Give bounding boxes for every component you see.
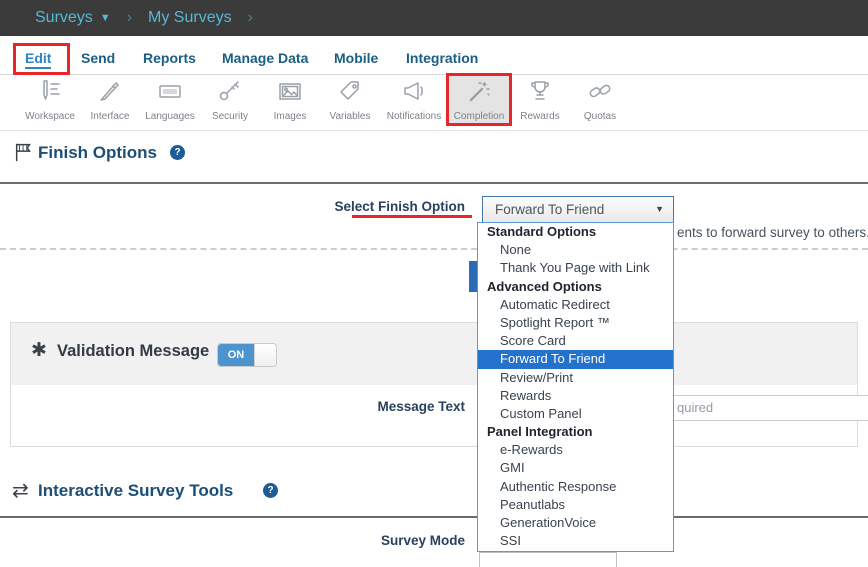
option-automatic-redirect[interactable]: Automatic Redirect bbox=[478, 296, 673, 314]
finish-options-title: Finish Options bbox=[38, 143, 157, 163]
select-finish-option-label: Select Finish Option bbox=[300, 199, 465, 214]
message-text-label: Message Text bbox=[300, 399, 465, 414]
toolbar-item-variables[interactable]: Variables bbox=[315, 78, 385, 124]
interactive-tools-help-icon[interactable]: ? bbox=[263, 483, 278, 498]
option-gmi[interactable]: GMI bbox=[478, 459, 673, 477]
option-none[interactable]: None bbox=[478, 241, 673, 259]
select-arrow-icon: ▼ bbox=[655, 197, 664, 222]
breadcrumb-surveys[interactable]: Surveys ▼ bbox=[35, 9, 111, 27]
caret-down-icon: ▼ bbox=[100, 12, 111, 24]
finish-options-help-icon[interactable]: ? bbox=[170, 145, 185, 160]
quotas-icon bbox=[565, 78, 635, 106]
option-authentic-response[interactable]: Authentic Response bbox=[478, 478, 673, 496]
swap-arrows-icon: ⇄ bbox=[12, 478, 29, 503]
annotation-box-completion bbox=[446, 73, 512, 126]
toggle-knob bbox=[254, 344, 276, 366]
toolbar-item-label: Rewards bbox=[520, 111, 559, 122]
tab-integration[interactable]: Integration bbox=[406, 50, 478, 66]
notifications-icon bbox=[379, 78, 449, 106]
finish-flag-icon bbox=[13, 141, 35, 168]
breadcrumb-surveys-label: Surveys bbox=[35, 9, 93, 27]
toolbar-item-label: Quotas bbox=[584, 111, 616, 122]
toolbar-item-label: Workspace bbox=[25, 111, 75, 122]
finish-option-select-value: Forward To Friend bbox=[495, 202, 604, 217]
toolbar-item-label: Variables bbox=[330, 111, 371, 122]
chevron-right-icon: › bbox=[127, 9, 132, 27]
option-spotlight-report[interactable]: Spotlight Report ™ bbox=[478, 314, 673, 332]
toggle-on-label: ON bbox=[218, 344, 254, 366]
toolbar-item-notifications[interactable]: Notifications bbox=[379, 78, 449, 124]
interactive-survey-tools-title: Interactive Survey Tools bbox=[38, 481, 233, 501]
option-e-rewards[interactable]: e-Rewards bbox=[478, 441, 673, 459]
option-generationvoice[interactable]: GenerationVoice bbox=[478, 514, 673, 532]
tabbar-divider bbox=[0, 74, 868, 75]
option-ssi[interactable]: SSI bbox=[478, 532, 673, 550]
group-advanced-options: Advanced Options bbox=[478, 278, 673, 296]
section-divider bbox=[0, 516, 868, 518]
toolbar-item-label: Notifications bbox=[387, 111, 441, 122]
validation-message-title: Validation Message bbox=[57, 342, 209, 361]
option-forward-to-friend[interactable]: Forward To Friend bbox=[478, 350, 673, 368]
survey-mode-label: Survey Mode bbox=[300, 533, 465, 548]
option-peanutlabs[interactable]: Peanutlabs bbox=[478, 496, 673, 514]
dashed-divider bbox=[0, 248, 868, 250]
option-rewards[interactable]: Rewards bbox=[478, 387, 673, 405]
asterisk-icon: ✱ bbox=[31, 339, 47, 362]
breadcrumb: Surveys ▼ › My Surveys › bbox=[0, 0, 868, 36]
survey-mode-select[interactable] bbox=[479, 552, 617, 567]
option-score-card[interactable]: Score Card bbox=[478, 332, 673, 350]
tab-manage-data[interactable]: Manage Data bbox=[222, 50, 308, 66]
tab-reports[interactable]: Reports bbox=[143, 50, 196, 66]
option-review-print[interactable]: Review/Print bbox=[478, 369, 673, 387]
breadcrumb-my-surveys[interactable]: My Surveys bbox=[148, 9, 232, 27]
message-text-value: quired bbox=[677, 400, 713, 415]
validation-message-panel: ✱ Validation Message ON bbox=[10, 322, 858, 447]
toolbar-item-label: Interface bbox=[91, 111, 130, 122]
toolbar-item-label: Languages bbox=[145, 111, 195, 122]
tab-send[interactable]: Send bbox=[81, 50, 115, 66]
toolbar-item-quotas[interactable]: Quotas bbox=[565, 78, 635, 124]
annotation-box-edit-tab bbox=[13, 43, 70, 75]
tab-mobile[interactable]: Mobile bbox=[334, 50, 378, 66]
annotation-underline-select-finish-option bbox=[352, 215, 472, 218]
variables-icon bbox=[315, 78, 385, 106]
group-standard-options: Standard Options bbox=[478, 223, 673, 241]
toolbar-item-label: Images bbox=[274, 111, 307, 122]
group-panel-integration: Panel Integration bbox=[478, 423, 673, 441]
section-divider bbox=[0, 182, 868, 184]
option-custom-panel[interactable]: Custom Panel bbox=[478, 405, 673, 423]
validation-toggle[interactable]: ON bbox=[217, 343, 277, 367]
toolbar-divider bbox=[0, 130, 868, 131]
finish-option-dropdown-list: Standard Options None Thank You Page wit… bbox=[477, 222, 674, 552]
app-window: Surveys ▼ › My Surveys › Edit Send Repor… bbox=[0, 0, 868, 567]
option-thank-you-page-with-link[interactable]: Thank You Page with Link bbox=[478, 259, 673, 277]
chevron-right-icon: › bbox=[248, 9, 253, 27]
forward-hint-text: ents to forward survey to others. ? bbox=[677, 225, 868, 244]
finish-option-select[interactable]: Forward To Friend ▼ bbox=[482, 196, 674, 223]
toolbar-item-label: Security bbox=[212, 111, 248, 122]
